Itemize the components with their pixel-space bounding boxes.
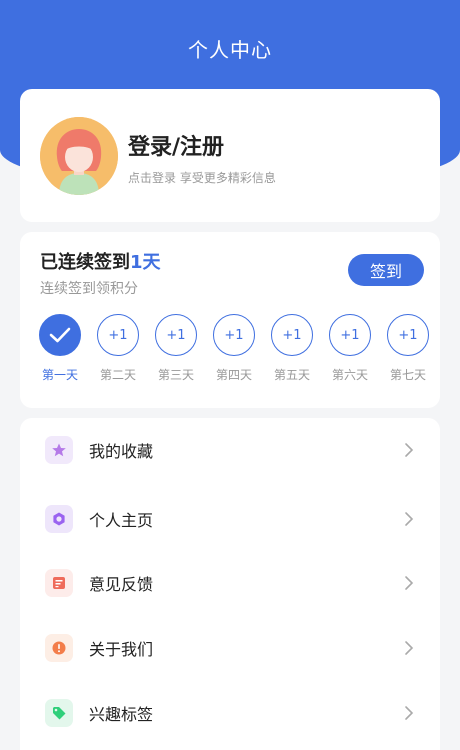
- tag-icon: [45, 699, 73, 727]
- menu-card: 我的收藏 个人主页 意见反馈 关于我们 兴趣标签: [20, 418, 440, 750]
- hexagon-icon: [45, 505, 73, 533]
- menu-item-about[interactable]: 关于我们: [20, 618, 440, 678]
- checkin-title: 已连续签到1天: [40, 248, 161, 274]
- checkin-day[interactable]: +1 第四天: [210, 314, 258, 383]
- day-label: 第四天: [215, 368, 252, 382]
- checkin-day[interactable]: +1 第三天: [152, 314, 200, 383]
- menu-item-label: 兴趣标签: [89, 705, 154, 724]
- chevron-right-icon: [405, 706, 414, 720]
- check-icon: [49, 327, 71, 343]
- day-circle-done: [39, 314, 81, 356]
- checkin-days-count: 1天: [130, 252, 161, 273]
- checkin-card: 已连续签到1天 连续签到领积分 签到 第一天 +1 第二天 +1 第三天 +1 …: [20, 232, 440, 408]
- checkin-days: 第一天 +1 第二天 +1 第三天 +1 第四天 +1 第五天 +1 第六天 +…: [36, 314, 429, 394]
- day-label: 第六天: [331, 368, 368, 382]
- chevron-right-icon: [405, 576, 414, 590]
- feedback-icon: [45, 569, 73, 597]
- day-label: 第五天: [273, 368, 310, 382]
- chevron-right-icon: [405, 443, 414, 457]
- day-circle: +1: [271, 314, 313, 356]
- checkin-day[interactable]: +1 第五天: [268, 314, 316, 383]
- info-icon: [45, 634, 73, 662]
- menu-item-feedback[interactable]: 意见反馈: [20, 553, 440, 613]
- checkin-title-prefix: 已连续签到: [40, 252, 130, 273]
- avatar-illustration: [40, 117, 118, 195]
- checkin-button[interactable]: 签到: [348, 254, 424, 286]
- menu-item-interest-tags[interactable]: 兴趣标签: [20, 683, 440, 743]
- profile-subtitle: 点击登录 享受更多精彩信息: [128, 171, 276, 185]
- checkin-day[interactable]: +1 第二天: [94, 314, 142, 383]
- day-circle: +1: [329, 314, 371, 356]
- chevron-right-icon: [405, 641, 414, 655]
- menu-item-label: 意见反馈: [89, 575, 154, 594]
- profile-card[interactable]: 登录/注册 点击登录 享受更多精彩信息: [20, 89, 440, 222]
- day-label: 第二天: [99, 368, 136, 382]
- avatar[interactable]: [40, 117, 118, 195]
- day-label: 第三天: [157, 368, 194, 382]
- menu-item-label: 个人主页: [89, 511, 154, 530]
- checkin-day[interactable]: +1 第七天: [384, 314, 432, 383]
- menu-item-label: 我的收藏: [89, 442, 154, 461]
- star-icon: [45, 436, 73, 464]
- checkin-subtitle: 连续签到领积分: [40, 281, 138, 297]
- day-circle: +1: [387, 314, 429, 356]
- menu-item-label: 关于我们: [89, 640, 154, 659]
- login-register-link[interactable]: 登录/注册: [128, 129, 224, 161]
- checkin-day[interactable]: +1 第六天: [326, 314, 374, 383]
- page-title: 个人中心: [188, 38, 272, 62]
- day-circle: +1: [97, 314, 139, 356]
- day-circle: +1: [213, 314, 255, 356]
- chevron-right-icon: [405, 512, 414, 526]
- checkin-day[interactable]: 第一天: [36, 314, 84, 383]
- menu-item-homepage[interactable]: 个人主页: [20, 489, 440, 549]
- day-circle: +1: [155, 314, 197, 356]
- day-label: 第一天: [41, 368, 78, 382]
- day-label: 第七天: [389, 368, 426, 382]
- menu-item-favorites[interactable]: 我的收藏: [20, 420, 440, 480]
